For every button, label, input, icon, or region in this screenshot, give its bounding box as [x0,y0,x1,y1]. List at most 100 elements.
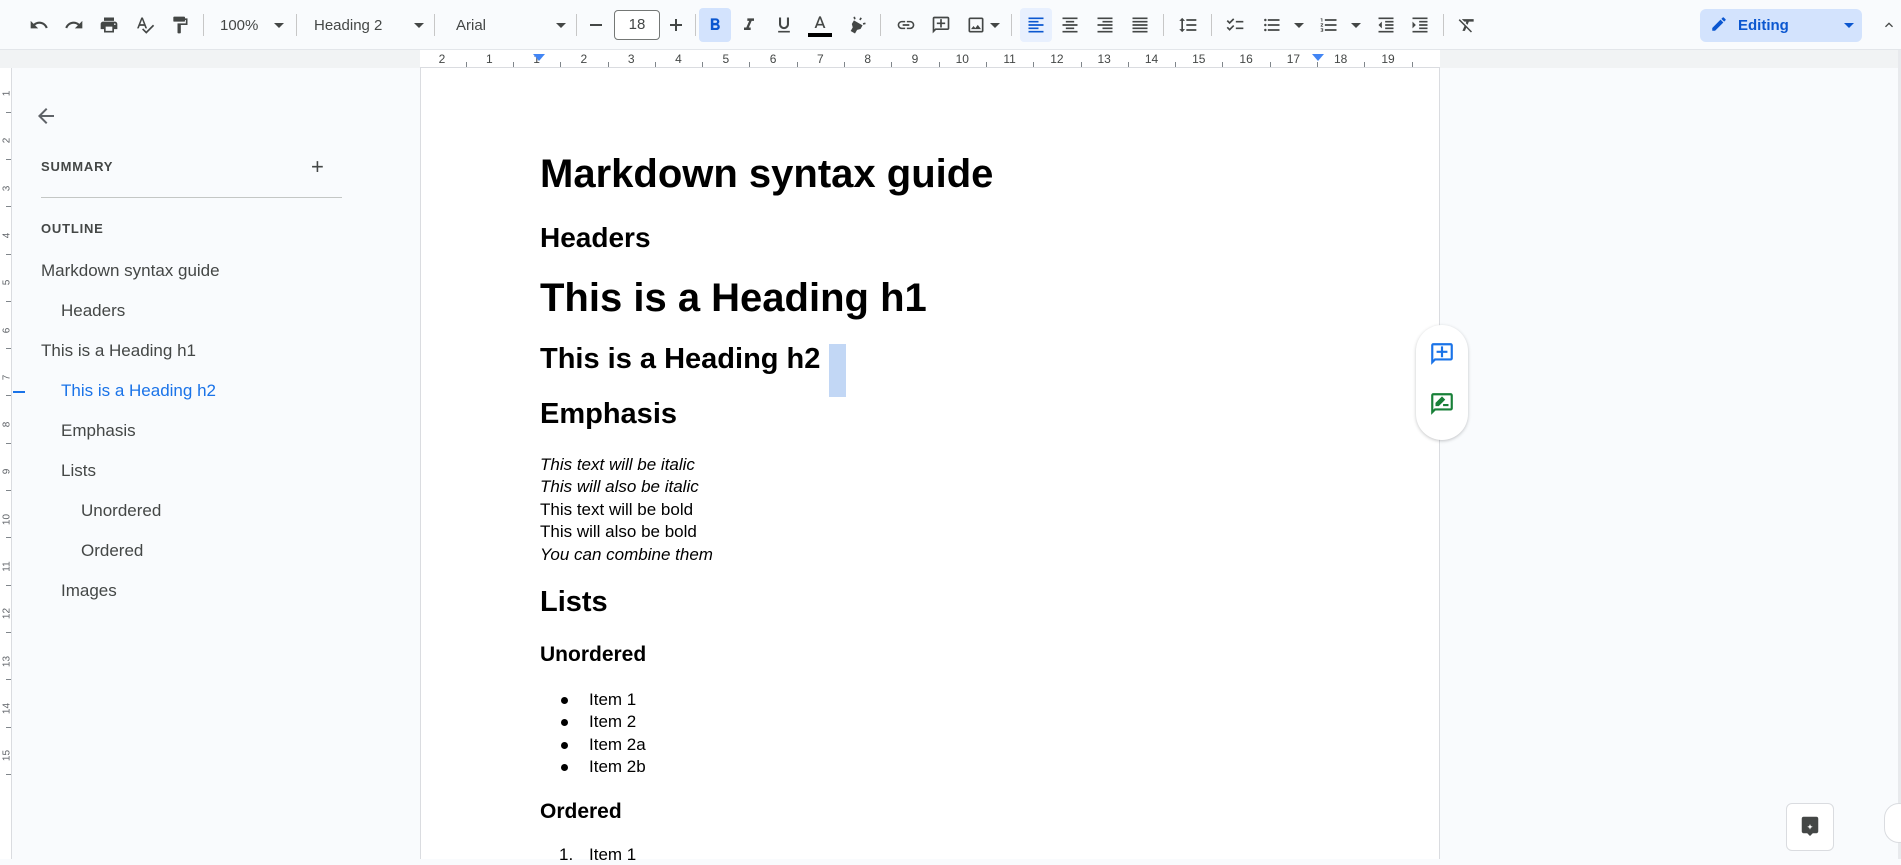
doc-heading-lists[interactable]: Lists [540,586,608,619]
undo-icon[interactable] [24,8,54,42]
zoom-value: 100% [220,16,259,34]
doc-heading-headers[interactable]: Headers [540,222,651,254]
chevron-down-icon [1844,23,1854,28]
spellcheck-icon[interactable] [130,8,160,42]
vruler-label: 4 [1,232,13,239]
summary-heading: SUMMARY [41,159,114,174]
toolbar-divider [434,14,435,36]
checklist-icon[interactable] [1220,8,1250,42]
vruler-label: 6 [1,327,13,333]
doc-line[interactable]: This text will be bold [540,500,693,520]
redo-icon[interactable] [59,8,89,42]
outline-current-indicator [13,391,25,393]
outline-item[interactable]: Lists [61,461,96,481]
editing-mode-button[interactable]: Editing [1700,9,1862,42]
outline-item-selected[interactable]: This is a Heading h2 [61,381,216,401]
toolbar-divider [695,14,696,36]
add-comment-icon[interactable] [926,8,956,42]
add-comment-icon[interactable] [1428,340,1456,368]
outline-heading: OUTLINE [41,221,104,236]
horizontal-ruler[interactable]: 2 1 1 2 3 4 5 6 7 8 9 10 11 12 13 14 15 16 17 18 19 [420,50,1440,68]
toolbar-divider [880,14,881,36]
list-item[interactable]: Item 2b [589,757,646,777]
outline-item[interactable]: Unordered [81,501,161,521]
outline-item[interactable]: Headers [61,301,125,321]
justify-icon[interactable] [1125,8,1155,42]
list-number: 1. [559,845,574,864]
ruler-label: 6 [769,52,777,66]
bullet-icon [561,719,568,726]
doc-heading-ordered[interactable]: Ordered [540,800,622,824]
right-indent-marker[interactable] [1312,54,1324,61]
suggest-edits-icon[interactable] [1428,390,1456,418]
paint-format-icon[interactable] [165,8,195,42]
collapse-menus-icon[interactable] [1876,0,1901,50]
doc-heading-emphasis[interactable]: Emphasis [540,398,677,431]
italic-icon[interactable] [734,8,764,42]
align-right-icon[interactable] [1090,8,1120,42]
ruler-tick [702,62,704,67]
ruler-label: 7 [817,52,824,66]
doc-line[interactable]: You can combine them [540,545,713,565]
bullet-icon [561,742,568,749]
doc-line[interactable]: This will also be italic [540,477,699,497]
list-item[interactable]: Item 2 [589,712,636,732]
doc-heading-h2[interactable]: This is a Heading h2 [540,343,820,376]
doc-title[interactable]: Markdown syntax guide [540,152,993,197]
align-center-icon[interactable] [1055,8,1085,42]
doc-heading-unordered[interactable]: Unordered [540,643,646,667]
ruler-label: 9 [911,52,919,66]
left-indent-marker[interactable] [533,54,545,61]
toolbar-divider [1211,14,1212,36]
text-color-icon[interactable] [805,8,835,42]
font-select[interactable]: Arial [450,8,572,42]
ruler-tick [891,62,893,67]
ruler-tick [844,62,846,67]
bulleted-list-icon[interactable] [1257,8,1287,42]
side-panel-toggle[interactable] [1884,803,1901,843]
toolbar-divider [296,14,297,36]
ruler-tick [796,62,798,67]
decrease-indent-icon[interactable] [1371,8,1401,42]
doc-line[interactable]: This text will be italic [540,455,695,475]
summary-divider [41,197,342,198]
vruler-label: 12 [1,608,13,620]
increase-font-size-icon[interactable] [662,8,690,42]
bold-icon[interactable] [699,8,731,42]
insert-image-icon[interactable] [961,8,991,42]
outline-item[interactable]: Images [61,581,117,601]
doc-heading-h1[interactable]: This is a Heading h1 [540,276,927,321]
font-size-input[interactable]: 18 [614,10,660,40]
underline-icon[interactable] [769,8,799,42]
explore-button[interactable] [1786,803,1834,851]
link-icon[interactable] [891,8,921,42]
highlight-icon[interactable] [842,8,872,42]
pencil-icon [1710,15,1728,37]
line-spacing-icon[interactable] [1173,8,1203,42]
list-item[interactable]: Item 1 [589,845,636,865]
increase-indent-icon[interactable] [1405,8,1435,42]
close-outline-button[interactable] [34,104,58,133]
list-item[interactable]: Item 2a [589,735,646,755]
toolbar-divider [1011,14,1012,36]
print-icon[interactable] [94,8,124,42]
outline-item[interactable]: Emphasis [61,421,136,441]
doc-line[interactable]: This will also be bold [540,522,697,542]
vruler-tick [6,584,11,586]
ruler-label: 2 [580,52,588,66]
paragraph-style-select[interactable]: Heading 2 [308,8,428,42]
list-item[interactable]: Item 1 [589,690,636,710]
vruler-label: 5 [1,279,13,286]
outline-item[interactable]: This is a Heading h1 [41,341,196,361]
align-left-icon[interactable] [1020,8,1052,42]
vruler-tick [6,773,11,775]
clear-formatting-icon[interactable] [1452,8,1482,42]
ruler-tick [1269,62,1271,67]
decrease-font-size-icon[interactable] [582,8,610,42]
add-summary-icon[interactable]: + [311,154,324,180]
numbered-list-icon[interactable] [1314,8,1344,42]
outline-item[interactable]: Ordered [81,541,143,561]
toolbar-divider [203,14,204,36]
outline-item[interactable]: Markdown syntax guide [41,261,220,281]
ruler-tick [1175,62,1177,67]
